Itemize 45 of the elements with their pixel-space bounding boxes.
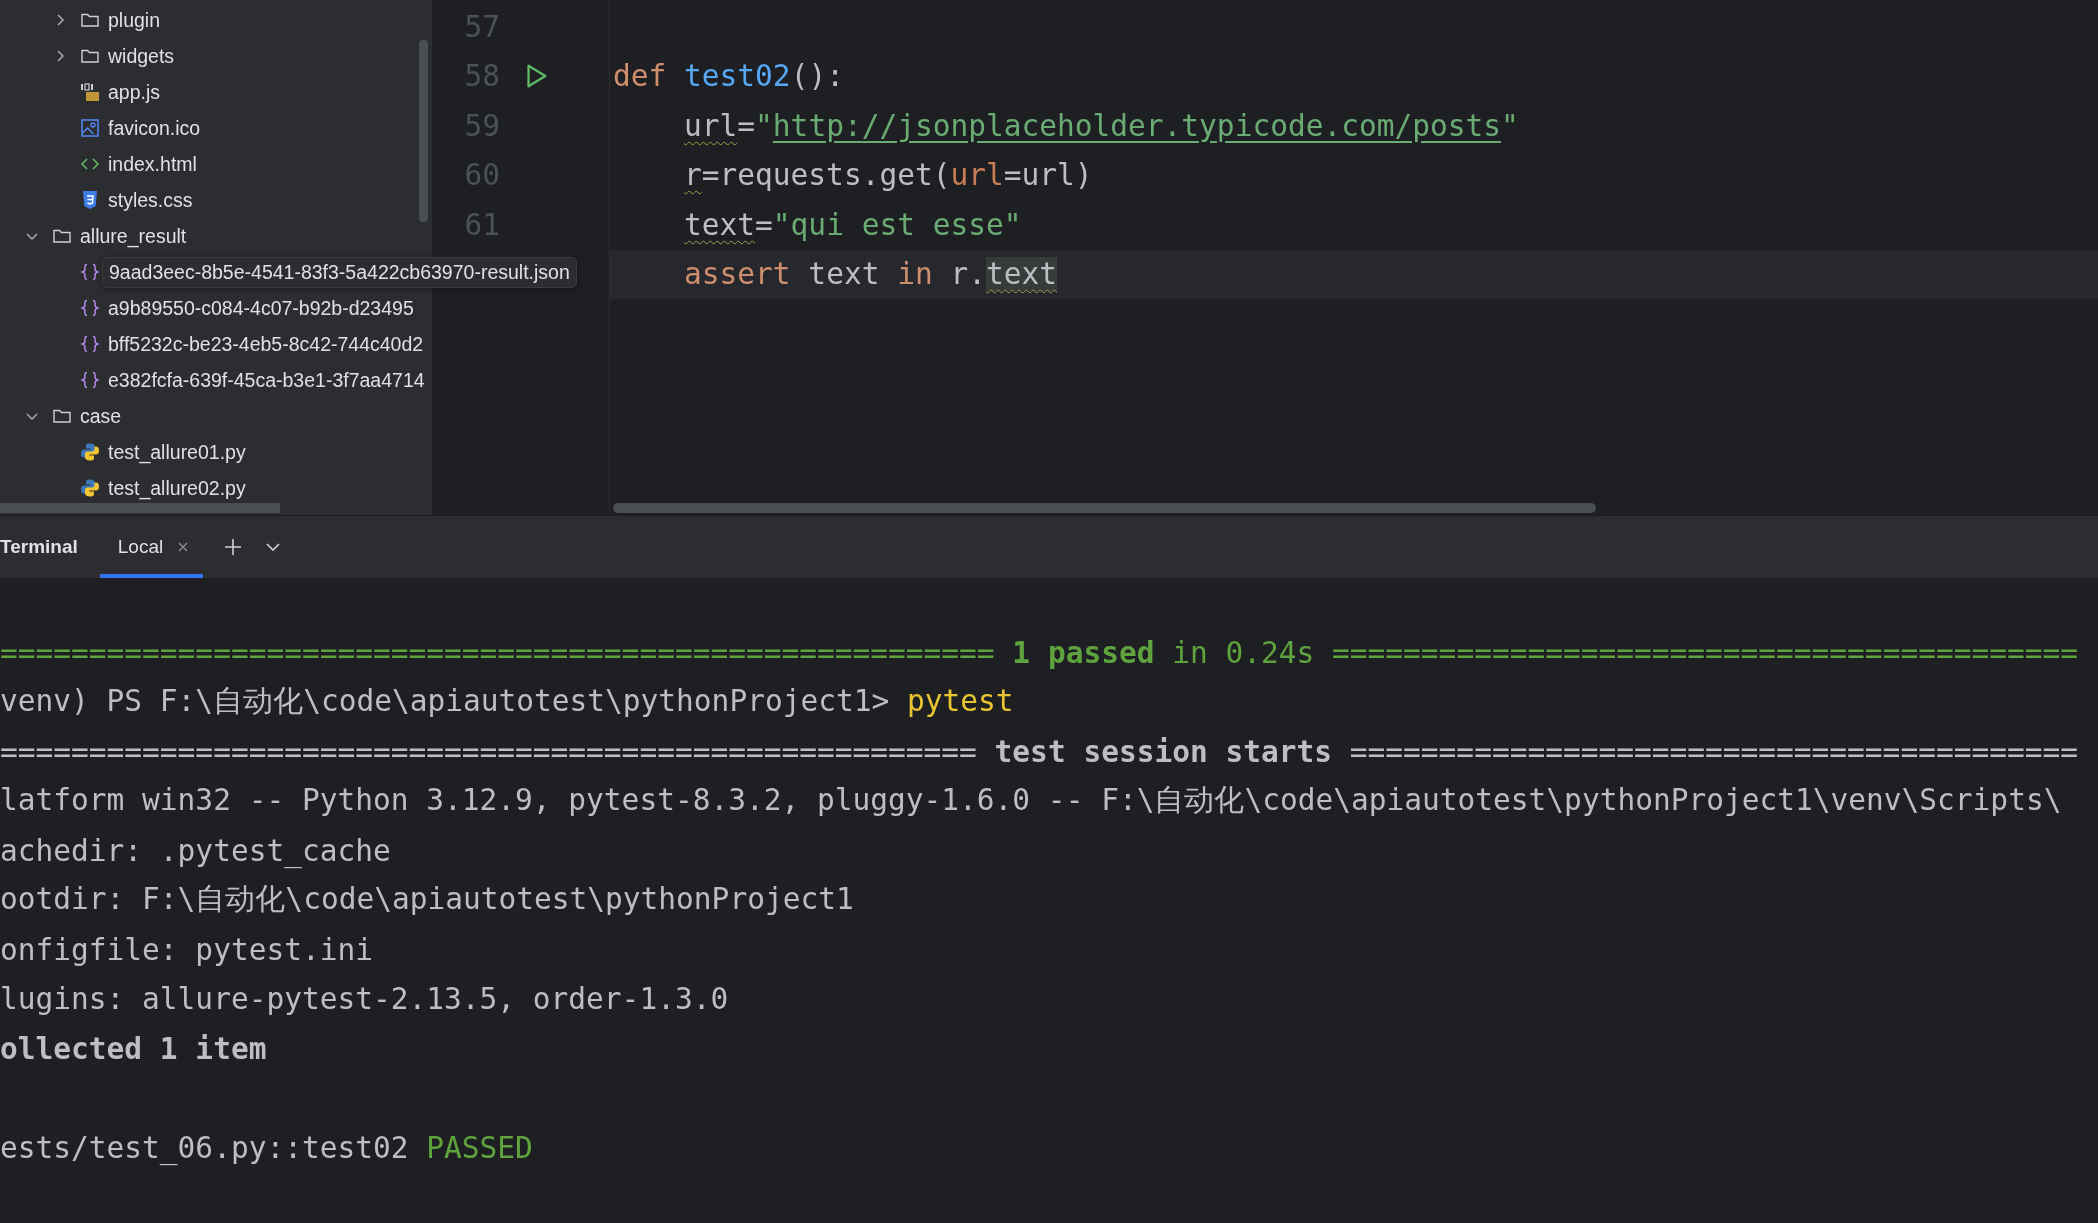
- panel-title: Terminal: [0, 536, 78, 558]
- file-item[interactable]: a9b89550-c084-4c07-b92b-d23495: [108, 296, 414, 320]
- terminal-line: ======================================================= test session starts =========================================: [0, 734, 2078, 769]
- terminal-line: ootdir: F:\自动化\code\apiautotest\pythonProject1: [0, 881, 854, 919]
- terminal-line: latform win32 -- Python 3.12.9, pytest-8.3.2, pluggy-1.6.0 -- F:\自动化\code\apiautotest\pythonProject1\venv\Scripts\: [0, 782, 2062, 820]
- file-item[interactable]: styles.css: [108, 188, 193, 212]
- braces-icon: [80, 370, 100, 390]
- file-item[interactable]: test_allure01.py: [108, 440, 246, 464]
- code-line: def test02():: [613, 59, 844, 94]
- scrollbar-thumb[interactable]: [419, 40, 428, 222]
- python-icon: [80, 478, 100, 498]
- terminal-line: ollected 1 item: [0, 1031, 267, 1066]
- code-line: r=requests.get(url=url): [684, 158, 1093, 193]
- js-file-icon: [80, 82, 100, 102]
- folder-item[interactable]: plugin: [108, 8, 161, 32]
- braces-icon: [80, 298, 100, 318]
- file-item[interactable]: app.js: [108, 80, 161, 104]
- terminal-line: achedir: .pytest_cache: [0, 833, 391, 868]
- terminal-line: onfigfile: pytest.ini: [0, 932, 373, 967]
- file-item[interactable]: index.html: [108, 152, 197, 176]
- terminal-line: ======================================================== 1 passed in 0.24s ==========================================: [0, 635, 2078, 670]
- image-file-icon: [80, 118, 100, 138]
- file-item[interactable]: bff5232c-be23-4eb5-8c42-744c40d2: [108, 332, 424, 356]
- scrollbar-thumb[interactable]: [0, 503, 280, 513]
- file-item[interactable]: test_allure02.py: [108, 476, 246, 500]
- folder-item[interactable]: allure_result: [80, 224, 187, 248]
- scrollbar-thumb[interactable]: [613, 503, 1596, 513]
- folder-item[interactable]: widgets: [108, 44, 175, 68]
- css-shield-icon: [80, 190, 100, 210]
- terminal-line: ests/test_06.py::test02 PASSED: [0, 1130, 533, 1165]
- terminal-line: lugins: allure-pytest-2.13.5, order-1.3.0: [0, 982, 729, 1017]
- terminal-tab[interactable]: Local: [99, 516, 204, 578]
- file-name-tooltip[interactable]: 9aad3eec-8b5e-4541-83f3-5a422cb63970-result.json: [102, 256, 577, 288]
- plus-icon[interactable]: [223, 537, 244, 557]
- code-line: text="qui est esse": [684, 207, 1022, 242]
- folder-item[interactable]: case: [80, 404, 122, 428]
- braces-icon: [80, 334, 100, 354]
- close-icon[interactable]: [177, 541, 190, 553]
- code-line: url="http://jsonplaceholder.typicode.com/posts": [684, 108, 1519, 143]
- braces-icon: [80, 262, 100, 282]
- terminal-line: venv) PS F:\自动化\code\apiautotest\pythonProject1> pytest: [0, 683, 1014, 721]
- file-item[interactable]: favicon.ico: [108, 116, 201, 140]
- python-icon: [80, 442, 100, 462]
- code-line: assert text in r.text: [684, 257, 1058, 292]
- file-item[interactable]: e382fcfa-639f-45ca-b3e1-3f7aa4714: [108, 368, 425, 392]
